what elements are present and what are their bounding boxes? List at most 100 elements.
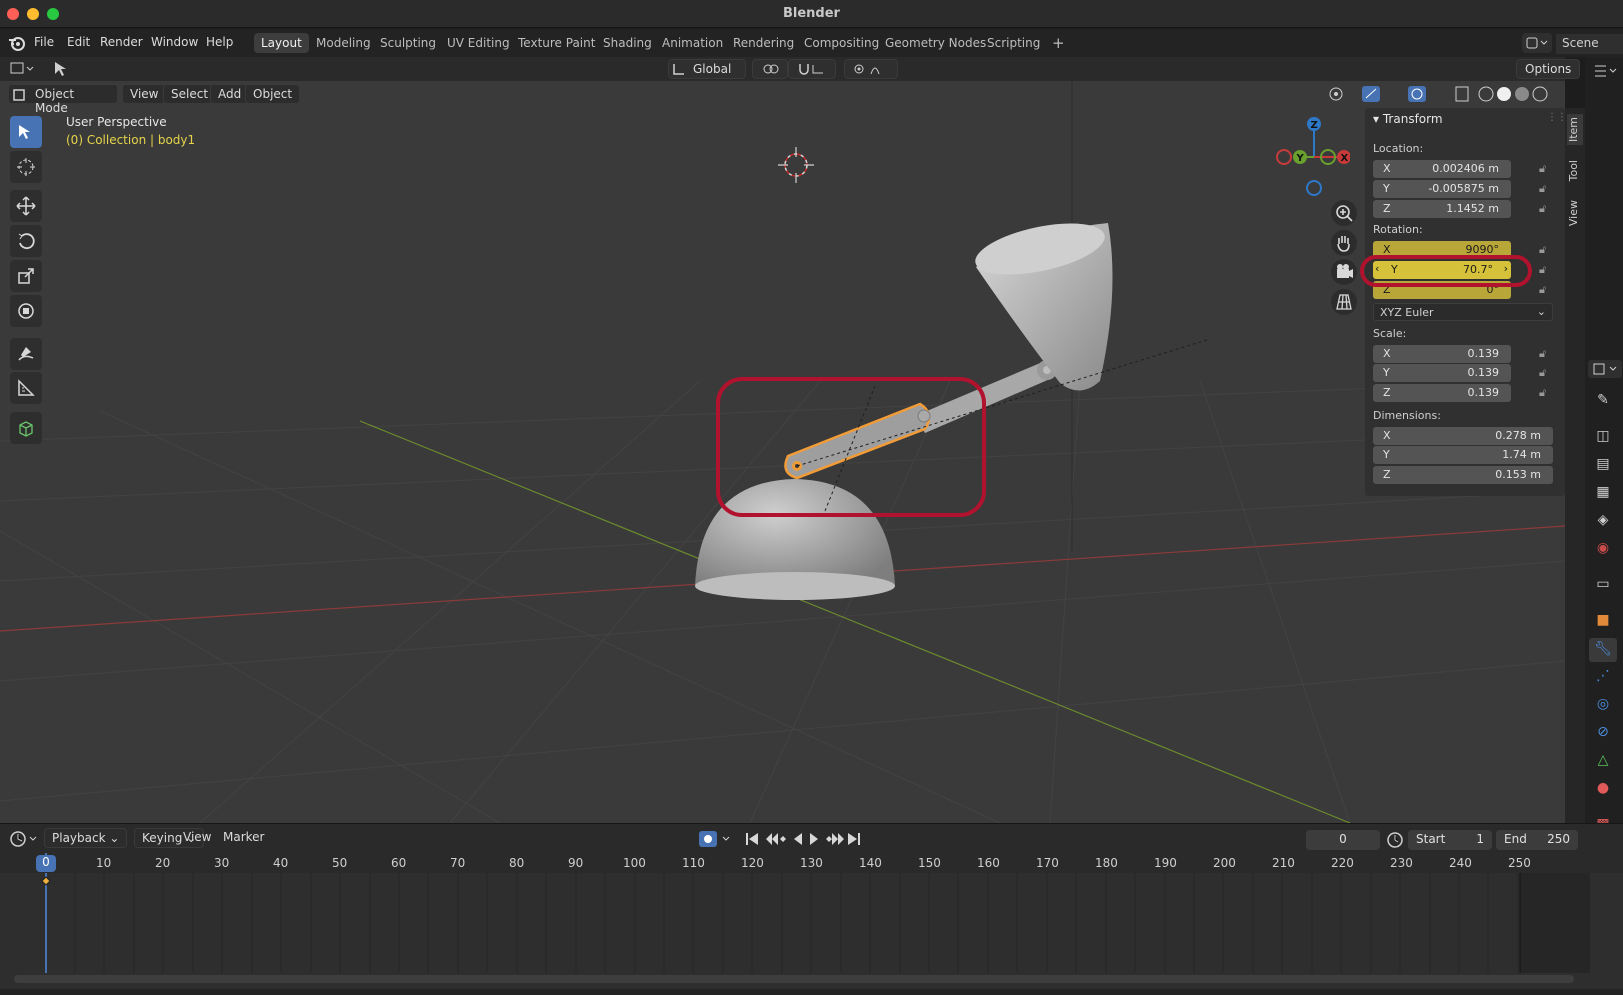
timeline-menu-playback[interactable]: Playback ⌄ [44, 828, 128, 848]
orthographic-grid-icon[interactable] [1331, 289, 1357, 315]
lock-icon[interactable]: 🔓︎ [1539, 162, 1553, 175]
annotate-tool-button[interactable] [10, 338, 42, 370]
menu-file[interactable]: File [34, 35, 54, 49]
camera-view-icon[interactable] [1331, 259, 1357, 285]
material-properties-icon[interactable]: ● [1593, 780, 1613, 800]
select-tool-button[interactable] [10, 116, 42, 148]
cursor-tool-button[interactable] [10, 151, 42, 183]
outliner-editor-icon[interactable] [1592, 62, 1622, 80]
lock-icon[interactable]: 🔓︎ [1539, 283, 1553, 296]
scene-selector-icon[interactable] [1522, 33, 1552, 53]
tab-scripting[interactable]: Scripting [980, 33, 1047, 53]
scale-z-field[interactable]: Z 0.139 [1373, 384, 1511, 402]
constraints-properties-icon[interactable]: ⊘ [1593, 724, 1613, 744]
scale-y-field[interactable]: Y 0.139 [1373, 364, 1511, 382]
dimensions-y-field[interactable]: Y 1.74 m [1373, 446, 1553, 464]
playhead-frame-label[interactable]: 0 [36, 855, 56, 872]
scale-tool-button[interactable] [10, 260, 42, 292]
location-x-field[interactable]: X 0.002406 m [1373, 160, 1511, 178]
drag-handle-icon[interactable]: ⋮⋮ [1547, 112, 1567, 123]
tab-view[interactable]: View [1567, 200, 1583, 226]
physics-properties-icon[interactable]: ◎ [1593, 696, 1613, 716]
lock-icon[interactable]: 🔓︎ [1539, 366, 1553, 379]
timeline-editor-type-icon[interactable] [8, 829, 40, 849]
collection-properties-icon[interactable]: ▭ [1593, 576, 1613, 596]
menu-edit[interactable]: Edit [67, 35, 90, 49]
modifier-properties-icon[interactable]: 🔧︎ [1589, 638, 1617, 662]
playback-controls[interactable] [744, 829, 864, 849]
menu-window[interactable]: Window [151, 35, 198, 49]
timeline-menu-marker[interactable]: Marker [216, 828, 271, 848]
frame-tick-230: 230 [1390, 856, 1413, 870]
end-frame-field[interactable]: End 250 [1496, 830, 1578, 850]
timeline-area[interactable] [0, 853, 1623, 989]
viewport-menu-object[interactable]: Object [245, 84, 301, 104]
lock-icon[interactable]: 🔓︎ [1539, 182, 1553, 195]
measure-tool-button[interactable] [10, 372, 42, 404]
render-properties-icon[interactable]: ◫ [1593, 428, 1613, 448]
rotation-label: Rotation: [1373, 223, 1423, 236]
menu-render[interactable]: Render [100, 35, 143, 49]
viewport-menu-view[interactable]: View [122, 84, 167, 104]
tab-uv-editing[interactable]: UV Editing [440, 33, 517, 53]
chevron-down-icon: ⌄ [109, 831, 120, 845]
tab-modeling[interactable]: Modeling [309, 33, 378, 53]
menu-help[interactable]: Help [206, 35, 233, 49]
transform-tool-button[interactable] [10, 295, 42, 327]
pan-hand-icon[interactable] [1331, 230, 1357, 256]
current-frame-field[interactable]: 0 [1306, 830, 1380, 850]
pivot-point-dropdown[interactable] [752, 59, 788, 79]
add-cube-tool-button[interactable] [10, 412, 42, 444]
location-z-field[interactable]: Z 1.1452 m [1373, 200, 1511, 218]
lock-icon[interactable]: 🔓︎ [1539, 347, 1553, 360]
tab-shading[interactable]: Shading [596, 33, 659, 53]
rotation-mode-dropdown[interactable]: XYZ Euler ⌄ [1373, 303, 1553, 321]
output-properties-icon[interactable]: ▤ [1593, 456, 1613, 476]
tab-compositing[interactable]: Compositing [797, 33, 886, 53]
dimensions-x-field[interactable]: X 0.278 m [1373, 427, 1553, 445]
tool-settings-icon[interactable]: ✎ [1593, 392, 1613, 412]
navigation-gizmo[interactable]: Z X Y [1270, 112, 1351, 202]
rotate-tool-button[interactable] [10, 225, 42, 257]
editor-type-icon[interactable] [8, 59, 38, 79]
scale-x-field[interactable]: X 0.139 [1373, 345, 1511, 363]
transform-panel-header[interactable]: ▾ Transform [1373, 112, 1443, 126]
tab-sculpting[interactable]: Sculpting [373, 33, 443, 53]
tab-texture-paint[interactable]: Texture Paint [511, 33, 602, 53]
options-dropdown[interactable]: Options [1516, 59, 1580, 79]
lock-icon[interactable]: 🔓︎ [1539, 243, 1553, 256]
select-box-mode-icon[interactable] [52, 59, 74, 79]
add-workspace-button[interactable]: + [1045, 31, 1072, 52]
view-layer-icon[interactable]: ▦ [1593, 484, 1613, 504]
dimensions-z-field[interactable]: Z 0.153 m [1373, 466, 1553, 484]
scene-properties-icon[interactable]: ◈ [1593, 512, 1613, 532]
frame-tick-190: 190 [1154, 856, 1177, 870]
timeline-menu-view[interactable]: View [176, 828, 218, 848]
start-frame-field[interactable]: Start 1 [1408, 830, 1492, 850]
tab-item[interactable]: Item [1567, 114, 1583, 146]
auto-keying-toggle[interactable] [698, 829, 738, 849]
tab-tool[interactable]: Tool [1567, 160, 1583, 181]
location-y-field[interactable]: Y -0.005875 m [1373, 180, 1511, 198]
scene-name-field[interactable]: Scene [1556, 34, 1623, 54]
tab-layout[interactable]: Layout [254, 33, 309, 53]
tab-geometry-nodes[interactable]: Geometry Nodes [878, 33, 993, 53]
zoom-icon[interactable] [1331, 200, 1357, 226]
lock-icon[interactable]: 🔓︎ [1539, 263, 1553, 276]
object-properties-icon[interactable]: ■ [1593, 612, 1613, 632]
tab-animation[interactable]: Animation [655, 33, 730, 53]
tab-rendering[interactable]: Rendering [726, 33, 801, 53]
viewport-menu-select[interactable]: Select [163, 84, 217, 104]
world-properties-icon[interactable]: ◉ [1593, 540, 1613, 560]
blender-logo-icon[interactable] [8, 34, 26, 52]
data-properties-icon[interactable]: △ [1593, 752, 1613, 772]
move-tool-button[interactable] [10, 190, 42, 222]
proportional-editing-toggle[interactable] [844, 59, 898, 79]
viewport-menu-add[interactable]: Add [210, 84, 250, 104]
lock-icon[interactable]: 🔓︎ [1539, 386, 1553, 399]
particles-properties-icon[interactable]: ⋰ [1593, 668, 1613, 688]
lock-icon[interactable]: 🔓︎ [1539, 202, 1553, 215]
properties-editor-icon[interactable] [1588, 360, 1622, 378]
preview-range-clock-icon[interactable] [1386, 831, 1404, 849]
snap-toggle[interactable] [788, 59, 836, 79]
